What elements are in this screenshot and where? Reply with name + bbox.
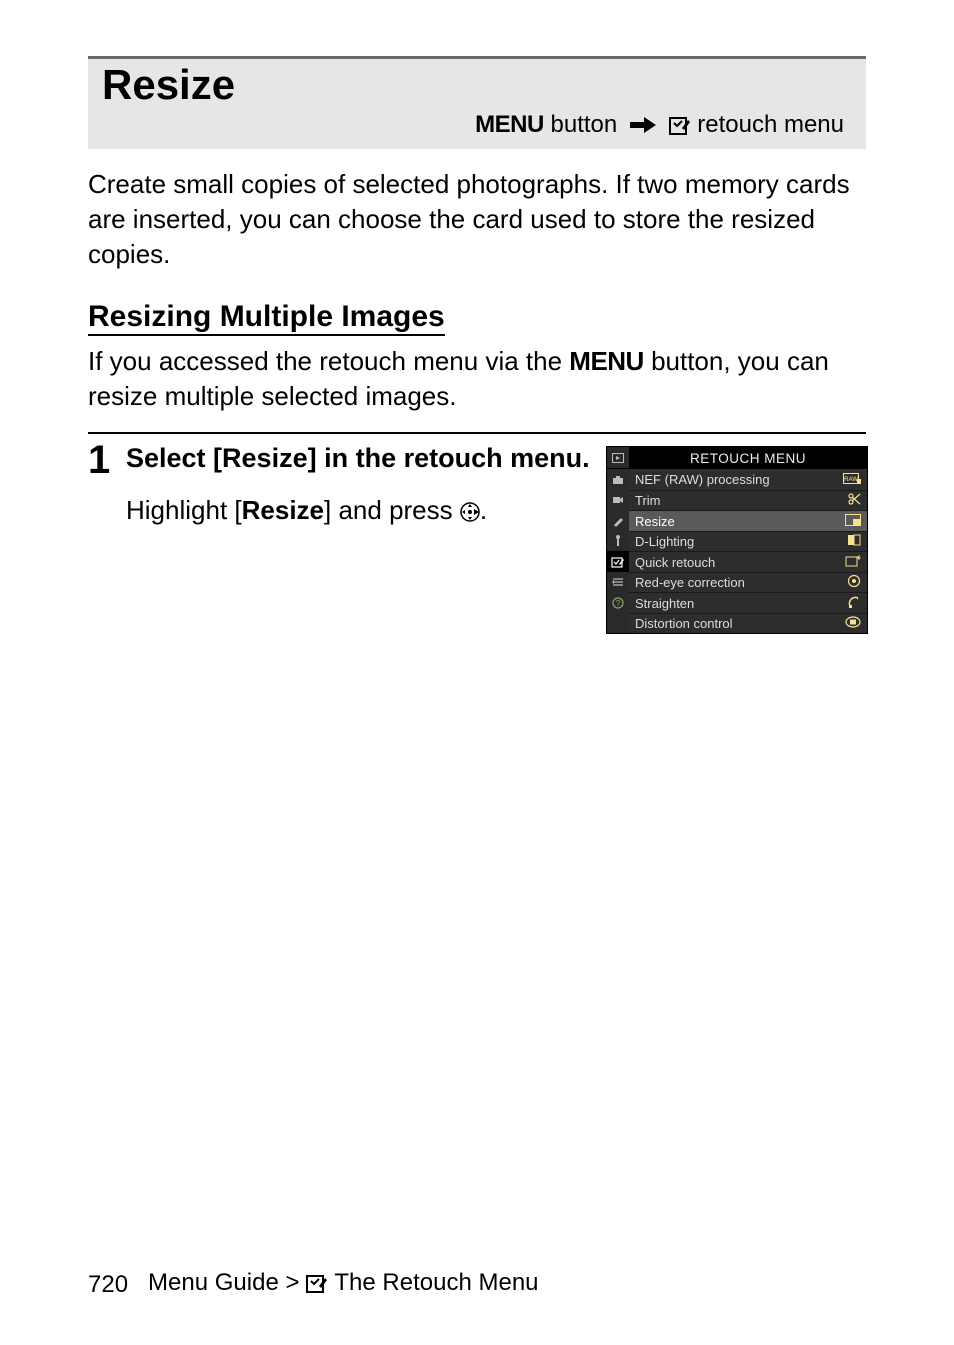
step-title: Select [Resize] in the retouch menu. (126, 440, 602, 476)
raw-box-icon: RAW (841, 473, 861, 487)
retouch-icon (669, 115, 691, 143)
camera-menu-item-label: Quick retouch (635, 555, 715, 570)
distortion-icon (841, 616, 861, 631)
camera-menu-item-label: NEF (RAW) processing (635, 472, 770, 487)
camera-menu-item: Distortion control (629, 613, 867, 634)
side-tab-movie-icon (607, 490, 629, 511)
intro-paragraph: Create small copies of selected photogra… (88, 167, 866, 272)
camera-ui-title: RETOUCH MENU (629, 447, 867, 469)
side-tab-retouch-tool-icon (607, 531, 629, 552)
step-1: 1 Select [Resize] in the retouch menu. H… (88, 432, 866, 634)
camera-menu-item: Resize (629, 510, 867, 531)
menu-button-label: MENU (569, 346, 644, 376)
camera-menu-item-label: Trim (635, 493, 661, 508)
camera-menu-item: D-Lighting (629, 531, 867, 552)
resize-icon (841, 514, 861, 529)
section-paragraph: If you accessed the retouch menu via the… (88, 344, 866, 414)
camera-menu-item-label: D-Lighting (635, 534, 694, 549)
step-number: 1 (88, 440, 122, 634)
camera-ui-screenshot: RETOUCH MENU ? NEF (RAW) processing RAW Tr… (606, 446, 866, 634)
side-tab-retouch-icon (607, 551, 629, 572)
red-eye-icon (841, 574, 861, 591)
page-number: 720 (88, 1271, 128, 1299)
camera-menu-item-label: Distortion control (635, 616, 733, 631)
side-tab-mymenu-icon (607, 572, 629, 593)
breadcrumb-menu-label: MENU (475, 111, 544, 138)
side-tab-camera-icon (607, 469, 629, 490)
camera-menu-item: Straighten (629, 592, 867, 613)
camera-menu-item: Quick retouch (629, 551, 867, 572)
side-tab-help-icon: ? (607, 592, 629, 613)
d-lighting-icon (841, 534, 861, 549)
camera-menu-item: Red-eye correction (629, 572, 867, 593)
footer-path: Menu Guide > The Retouch Menu (148, 1269, 538, 1301)
side-tab-pencil-icon (607, 510, 629, 531)
section-heading: Resizing Multiple Images (88, 300, 445, 336)
camera-menu-item-label: Straighten (635, 596, 694, 611)
breadcrumb-button-text: button (544, 111, 624, 138)
straighten-icon (841, 595, 861, 612)
svg-text:?: ? (616, 599, 621, 608)
arrow-right-icon (630, 113, 656, 141)
camera-menu-item-label: Red-eye correction (635, 575, 745, 590)
breadcrumb-target: retouch menu (691, 111, 844, 138)
quick-retouch-icon (841, 555, 861, 570)
step-description: Highlight [Resize] and press . (126, 495, 602, 526)
section-header: Resize MENU button retouch menu (88, 56, 866, 149)
camera-menu-item: Trim (629, 490, 867, 511)
camera-menu-item: NEF (RAW) processing RAW (629, 469, 867, 490)
camera-menu-item-label: Resize (635, 514, 675, 529)
camera-side-tabs: ? (607, 469, 629, 633)
side-tab-play-icon (607, 447, 629, 468)
svg-text:RAW: RAW (844, 477, 858, 483)
scissors-icon (841, 492, 861, 509)
page-title: Resize (88, 59, 866, 111)
retouch-icon (306, 1273, 328, 1301)
breadcrumb: MENU button retouch menu (88, 111, 866, 143)
camera-menu-list: NEF (RAW) processing RAW Trim Resize D-Light… (629, 469, 867, 633)
multi-selector-right-icon (460, 495, 480, 525)
page-footer: 720 Menu Guide > The Retouch Menu (88, 1269, 866, 1301)
